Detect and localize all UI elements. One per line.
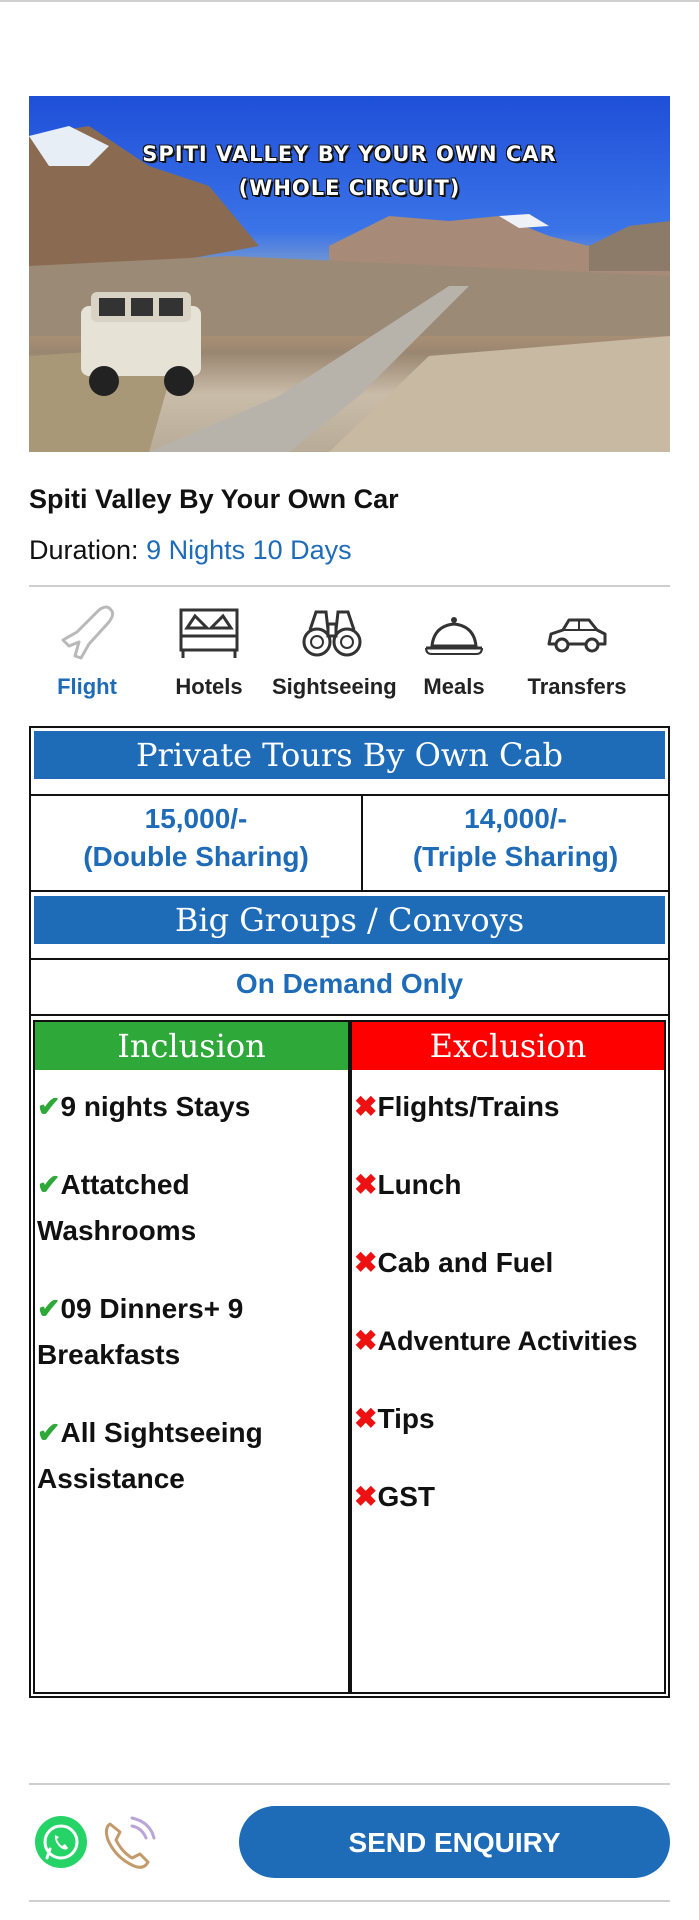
inclusion-item: ✔09 Dinners+ 9 Breakfasts bbox=[37, 1293, 244, 1370]
amenity-label: Transfers bbox=[527, 674, 627, 699]
top-divider bbox=[0, 0, 699, 2]
exclusion-item: ✖Lunch bbox=[354, 1169, 462, 1200]
footer-divider bbox=[29, 1783, 670, 1785]
exclusion-item: ✖Cab and Fuel bbox=[354, 1247, 554, 1278]
cross-icon: ✖ bbox=[354, 1481, 378, 1512]
check-icon: ✔ bbox=[37, 1293, 61, 1324]
binoculars-icon bbox=[302, 610, 362, 657]
on-demand-text: On Demand Only bbox=[235, 968, 464, 999]
check-icon: ✔ bbox=[37, 1169, 61, 1200]
amenity-transfers[interactable]: Transfers bbox=[517, 602, 637, 700]
amenity-label: Flight bbox=[57, 674, 117, 699]
inclusion-header: Inclusion bbox=[35, 1022, 348, 1070]
package-duration: Duration: 9 Nights 10 Days bbox=[29, 535, 352, 566]
check-icon: ✔ bbox=[37, 1417, 61, 1448]
duration-value: 9 Nights 10 Days bbox=[146, 535, 352, 565]
table-divider bbox=[31, 890, 668, 892]
whatsapp-logo bbox=[43, 1824, 79, 1860]
inclusion-exclusion-table: Inclusion Exclusion ✔9 nights Stays ✔Att… bbox=[33, 1020, 666, 1694]
cloche-icon bbox=[425, 617, 483, 655]
private-tours-header: Private Tours By Own Cab bbox=[34, 731, 665, 779]
pricing-table: Private Tours By Own Cab 15,000/- (Doubl… bbox=[29, 726, 670, 1698]
cross-icon: ✖ bbox=[354, 1247, 378, 1278]
check-icon: ✔ bbox=[37, 1091, 61, 1122]
hero-title-line2: (WHOLE CIRCUIT) bbox=[238, 176, 461, 200]
amenity-meals[interactable]: Meals bbox=[394, 602, 514, 700]
hero-image: SPITI VALLEY BY YOUR OWN CAR (WHOLE CIRC… bbox=[29, 96, 670, 452]
airplane-icon bbox=[61, 605, 115, 660]
double-sharing-price: 15,000/- (Double Sharing) bbox=[31, 800, 361, 876]
whatsapp-icon[interactable] bbox=[35, 1816, 87, 1868]
triple-price-value: 14,000/- bbox=[464, 803, 567, 834]
amenity-label: Meals bbox=[423, 674, 485, 699]
table-divider bbox=[31, 958, 668, 960]
amenity-hotels[interactable]: Hotels bbox=[149, 602, 269, 700]
exclusion-item: ✖GST bbox=[354, 1481, 436, 1512]
column-divider bbox=[348, 1022, 352, 1692]
amenity-label: Hotels bbox=[175, 674, 243, 699]
triple-sharing-price: 14,000/- (Triple Sharing) bbox=[363, 800, 668, 876]
exclusion-item: ✖Flights/Trains bbox=[354, 1091, 560, 1122]
cross-icon: ✖ bbox=[354, 1091, 378, 1122]
phone-icon bbox=[104, 1816, 156, 1869]
exclusion-header: Exclusion bbox=[352, 1022, 664, 1070]
inclusion-item: ✔All Sightseeing Assistance bbox=[37, 1417, 263, 1494]
car-icon bbox=[547, 618, 607, 653]
phone-call-icon[interactable] bbox=[100, 1816, 156, 1872]
inclusion-item: ✔9 nights Stays bbox=[37, 1091, 251, 1122]
package-title: Spiti Valley By Your Own Car bbox=[29, 484, 399, 514]
cross-icon: ✖ bbox=[354, 1325, 378, 1356]
exclusion-item: ✖Tips bbox=[354, 1403, 435, 1434]
inclusion-list: ✔9 nights Stays ✔Attatched Washrooms ✔09… bbox=[37, 1084, 342, 1534]
send-enquiry-button[interactable]: SEND ENQUIRY bbox=[239, 1806, 670, 1878]
footer-divider bbox=[29, 1900, 670, 1902]
double-price-label: (Double Sharing) bbox=[83, 841, 309, 872]
hero-title-line1: SPITI VALLEY BY YOUR OWN CAR bbox=[142, 142, 557, 166]
amenity-flight[interactable]: Flight bbox=[27, 602, 147, 700]
table-divider bbox=[31, 794, 668, 796]
inclusion-item: ✔Attatched Washrooms bbox=[37, 1169, 197, 1246]
bed-icon bbox=[179, 608, 239, 658]
duration-label: Duration: bbox=[29, 535, 139, 565]
big-groups-header: Big Groups / Convoys bbox=[34, 896, 665, 944]
amenity-sightseeing[interactable]: Sightseeing bbox=[272, 602, 397, 700]
amenity-label: Sightseeing bbox=[272, 674, 397, 699]
double-price-value: 15,000/- bbox=[144, 803, 248, 834]
section-divider bbox=[29, 585, 670, 587]
cross-icon: ✖ bbox=[354, 1403, 378, 1434]
table-divider bbox=[31, 1014, 668, 1016]
cross-icon: ✖ bbox=[354, 1169, 378, 1200]
exclusion-list: ✖Flights/Trains ✖Lunch ✖Cab and Fuel ✖Ad… bbox=[354, 1084, 666, 1552]
triple-price-label: (Triple Sharing) bbox=[412, 841, 619, 872]
exclusion-item: ✖Adventure Activities bbox=[354, 1325, 638, 1356]
